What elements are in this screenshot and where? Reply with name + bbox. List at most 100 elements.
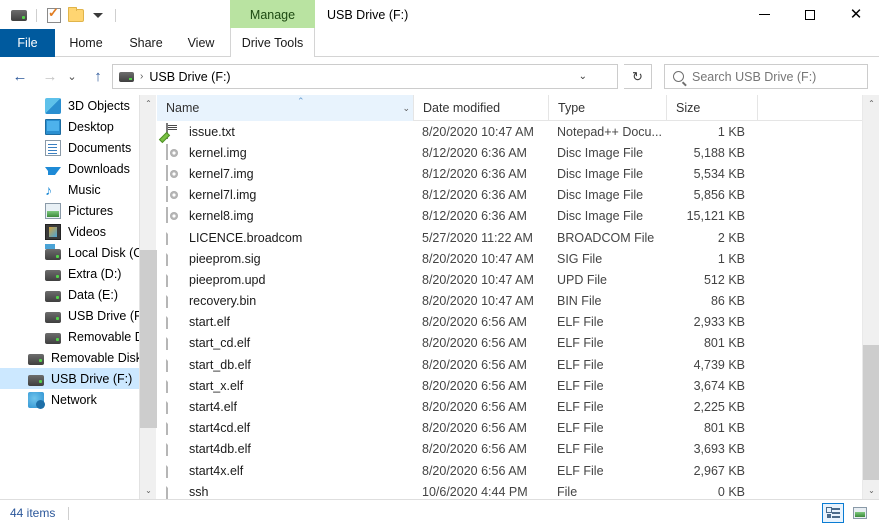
column-header-name[interactable]: ⌃ Name ⌄ [157, 95, 413, 121]
sidebar-item-data-e[interactable]: Data (E:) [0, 284, 139, 305]
sidebar-item-3d-objects[interactable]: 3D Objects [0, 95, 139, 116]
table-row[interactable]: issue.txt8/20/2020 10:47 AMNotepad++ Doc… [157, 121, 862, 142]
file-date-cell: 8/12/2020 6:36 AM [413, 185, 548, 206]
file-name-cell[interactable]: start_db.elf [157, 354, 413, 375]
sidebar-item-network[interactable]: Network [0, 389, 139, 410]
file-name-cell[interactable]: issue.txt [157, 121, 413, 142]
sidebar-item-extra-d[interactable]: Extra (D:) [0, 263, 139, 284]
scrollbar-thumb[interactable] [140, 250, 157, 428]
properties-check-icon[interactable] [43, 5, 65, 25]
file-name-cell[interactable]: start4db.elf [157, 439, 413, 460]
file-explorer-window: Manage USB Drive (F:) ✕ File Home Share … [0, 0, 879, 526]
customize-qat-icon[interactable] [87, 5, 109, 25]
large-icons-view-button[interactable] [849, 503, 871, 523]
sidebar-item-pictures[interactable]: Pictures [0, 200, 139, 221]
file-name-cell[interactable]: kernel7l.img [157, 185, 413, 206]
table-row[interactable]: start.elf8/20/2020 6:56 AMELF File2,933 … [157, 312, 862, 333]
address-input[interactable]: › USB Drive (F:) ⌄ [112, 64, 618, 89]
file-type-cell: Notepad++ Docu... [548, 121, 666, 142]
table-row[interactable]: start4x.elf8/20/2020 6:56 AMELF File2,96… [157, 460, 862, 481]
file-name-cell[interactable]: start4cd.elf [157, 418, 413, 439]
sidebar-item-local-disk-c[interactable]: Local Disk (C:) [0, 242, 139, 263]
file-name-cell[interactable]: start4.elf [157, 396, 413, 417]
file-name-cell[interactable]: start_x.elf [157, 375, 413, 396]
sidebar-item-label: USB Drive (F:) [51, 372, 132, 386]
scroll-down-icon[interactable]: ⌄ [140, 482, 157, 499]
file-date-cell: 8/20/2020 10:47 AM [413, 248, 548, 269]
details-view-button[interactable] [822, 503, 844, 523]
drive-properties-icon[interactable] [8, 5, 30, 25]
generic-file-icon [166, 335, 181, 351]
sidebar-item-downloads[interactable]: Downloads [0, 158, 139, 179]
table-row[interactable]: start_db.elf8/20/2020 6:56 AMELF File4,7… [157, 354, 862, 375]
file-name-cell[interactable]: ssh [157, 481, 413, 499]
sidebar-item-removable-disk[interactable]: Removable Disk ( [0, 347, 139, 368]
file-name-cell[interactable]: recovery.bin [157, 291, 413, 312]
sidebar-item-label: Pictures [68, 204, 113, 218]
column-header-size[interactable]: Size [666, 95, 757, 121]
sidebar-item-videos[interactable]: Videos [0, 221, 139, 242]
table-row[interactable]: kernel.img8/12/2020 6:36 AMDisc Image Fi… [157, 142, 862, 163]
column-header-type[interactable]: Type [548, 95, 666, 121]
new-folder-icon[interactable] [65, 5, 87, 25]
contextual-tab-manage[interactable]: Manage [230, 0, 315, 29]
table-row[interactable]: pieeprom.upd8/20/2020 10:47 AMUPD File51… [157, 269, 862, 290]
file-name-cell[interactable]: kernel7.img [157, 163, 413, 184]
file-size-cell: 2,933 KB [666, 312, 757, 333]
minimize-button[interactable] [741, 0, 787, 29]
search-box[interactable]: Search USB Drive (F:) [664, 64, 868, 89]
sidebar-item-documents[interactable]: Documents [0, 137, 139, 158]
table-row[interactable]: start_cd.elf8/20/2020 6:56 AMELF File801… [157, 333, 862, 354]
column-header-blank[interactable] [757, 95, 862, 121]
table-row[interactable]: kernel7l.img8/12/2020 6:36 AMDisc Image … [157, 185, 862, 206]
file-name-cell[interactable]: kernel.img [157, 142, 413, 163]
refresh-button[interactable]: ↻ [624, 64, 652, 89]
file-name-cell[interactable]: kernel8.img [157, 206, 413, 227]
recent-locations-button[interactable]: ⌄ [62, 65, 82, 88]
file-list-scrollbar[interactable]: ⌃ ⌄ [862, 95, 879, 499]
sidebar-item-music[interactable]: ♪Music [0, 179, 139, 200]
tab-share[interactable]: Share [117, 29, 175, 57]
breadcrumb-path[interactable]: USB Drive (F:) [149, 70, 230, 84]
sidebar-item-removable-disk[interactable]: Removable Disk [0, 326, 139, 347]
chevron-down-icon[interactable]: ⌄ [579, 65, 587, 88]
scroll-down-icon[interactable]: ⌄ [863, 482, 879, 499]
sidebar-item-usb-drive-f[interactable]: USB Drive (F:) [0, 368, 139, 389]
file-name-cell[interactable]: start.elf [157, 312, 413, 333]
scroll-up-icon[interactable]: ⌃ [863, 95, 879, 112]
forward-button[interactable]: → [38, 65, 62, 88]
table-row[interactable]: LICENCE.broadcom5/27/2020 11:22 AMBROADC… [157, 227, 862, 248]
maximize-button[interactable] [787, 0, 833, 29]
table-row[interactable]: pieeprom.sig8/20/2020 10:47 AMSIG File1 … [157, 248, 862, 269]
table-row[interactable]: start4cd.elf8/20/2020 6:56 AMELF File801… [157, 418, 862, 439]
sidebar-item-usb-drive-f[interactable]: USB Drive (F:) [0, 305, 139, 326]
scroll-up-icon[interactable]: ⌃ [140, 95, 157, 112]
table-row[interactable]: recovery.bin8/20/2020 10:47 AMBIN File86… [157, 291, 862, 312]
column-header-date-modified[interactable]: Date modified [413, 95, 548, 121]
back-button[interactable]: ← [8, 65, 32, 88]
table-row[interactable]: kernel7.img8/12/2020 6:36 AMDisc Image F… [157, 163, 862, 184]
sidebar-item-desktop[interactable]: Desktop [0, 116, 139, 137]
table-row[interactable]: start_x.elf8/20/2020 6:56 AMELF File3,67… [157, 375, 862, 396]
table-row[interactable]: start4.elf8/20/2020 6:56 AMELF File2,225… [157, 396, 862, 417]
tab-file[interactable]: File [0, 29, 55, 57]
file-name-cell[interactable]: pieeprom.upd [157, 269, 413, 290]
chevron-down-icon[interactable]: ⌄ [402, 95, 410, 121]
file-date-cell: 8/20/2020 6:56 AM [413, 460, 548, 481]
up-button[interactable]: ↑ [86, 65, 110, 88]
file-name-cell[interactable]: LICENCE.broadcom [157, 227, 413, 248]
scrollbar-thumb[interactable] [863, 345, 879, 480]
table-row[interactable]: start4db.elf8/20/2020 6:56 AMELF File3,6… [157, 439, 862, 460]
tab-drive-tools[interactable]: Drive Tools [230, 28, 315, 57]
tab-home[interactable]: Home [55, 29, 117, 57]
close-button[interactable]: ✕ [833, 0, 879, 29]
tab-view[interactable]: View [175, 29, 227, 57]
table-row[interactable]: ssh10/6/2020 4:44 PMFile0 KB [157, 481, 862, 499]
file-name-cell[interactable]: start4x.elf [157, 460, 413, 481]
file-name-cell[interactable]: start_cd.elf [157, 333, 413, 354]
search-input[interactable]: Search USB Drive (F:) [692, 70, 816, 84]
file-name-cell[interactable]: pieeprom.sig [157, 248, 413, 269]
drive-icon [45, 312, 61, 323]
navigation-pane-scrollbar[interactable]: ⌃ ⌄ [139, 95, 156, 499]
table-row[interactable]: kernel8.img8/12/2020 6:36 AMDisc Image F… [157, 206, 862, 227]
